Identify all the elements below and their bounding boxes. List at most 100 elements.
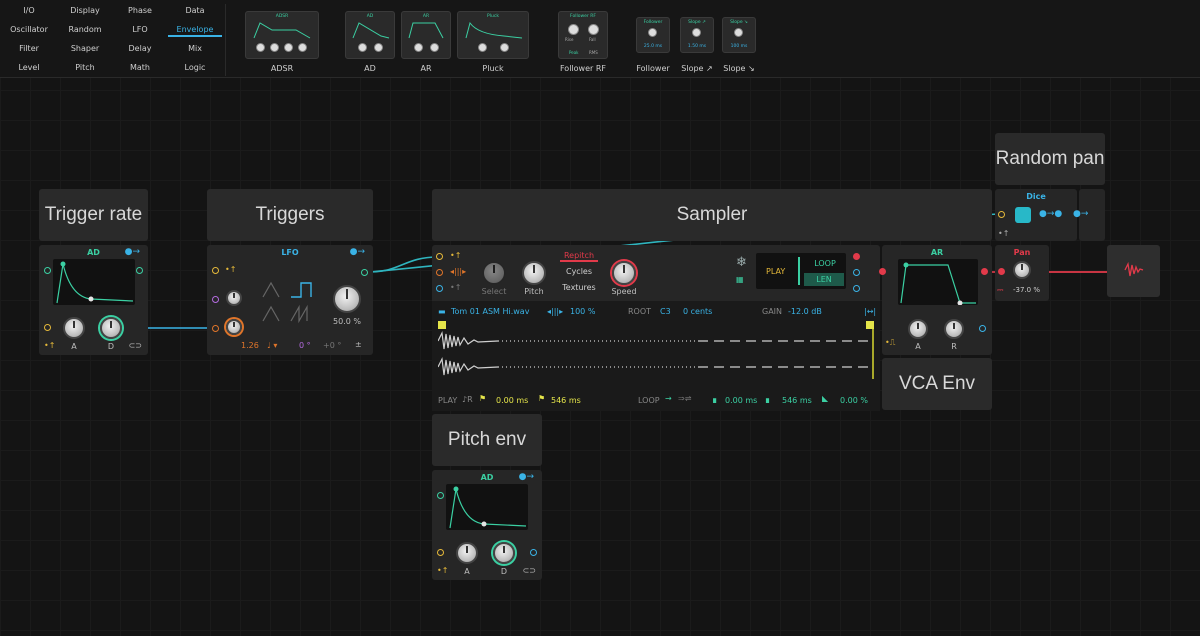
trigger-icon[interactable]: •↑ (437, 566, 448, 575)
waveform-display[interactable] (438, 329, 872, 379)
cents-value[interactable]: 0 cents (683, 307, 712, 316)
output-arrow-icon[interactable]: ●→ (350, 247, 365, 257)
envelope-display[interactable] (446, 484, 528, 530)
trigger-icon[interactable]: •↑ (44, 341, 55, 350)
output-port[interactable] (853, 269, 860, 276)
level-icon[interactable]: ◂|||▸ (547, 307, 563, 316)
rate-knob[interactable] (226, 319, 242, 335)
zoom-fit-icon[interactable]: |↔| (864, 307, 876, 316)
loop-icon[interactable]: ⊂⊃ (129, 341, 142, 350)
input-port[interactable] (44, 267, 51, 274)
decay-knob[interactable] (100, 317, 122, 339)
input-port[interactable] (437, 492, 444, 499)
knob-label: D (500, 567, 508, 576)
gate-port[interactable] (436, 285, 443, 292)
loop-fade-value[interactable]: 0.00 % (840, 396, 868, 405)
audio-output-module[interactable] (1107, 245, 1160, 297)
trigger-port[interactable] (998, 211, 1005, 218)
output-arrow-icon[interactable]: ●→● (1039, 209, 1062, 219)
release-knob[interactable] (944, 319, 964, 339)
end-flag-icon: ⚑ (538, 394, 546, 403)
attack-knob[interactable] (908, 319, 928, 339)
audio-out-port[interactable] (853, 253, 860, 260)
output-port[interactable] (979, 325, 986, 332)
output-port[interactable] (136, 267, 143, 274)
audio-in-port[interactable] (879, 268, 886, 275)
amount-value: 50.0 % (333, 317, 361, 326)
vca-env-card[interactable]: VCA Env (882, 358, 992, 410)
crossfade-icon: ◣ (822, 394, 829, 403)
audio-in-port[interactable] (998, 268, 1005, 275)
mode-textures[interactable]: Textures (560, 283, 598, 292)
waveform-selector-icon[interactable] (261, 277, 321, 325)
gate-icon[interactable]: •↑ (450, 283, 461, 292)
loop-pingpong-icon[interactable]: ⇒⇌ (678, 394, 691, 403)
retrigger-icon[interactable]: ♪R (462, 395, 473, 404)
note-icon[interactable]: ♩ ▾ (267, 341, 277, 350)
bipolar-toggle[interactable]: ± (355, 340, 362, 349)
trigger-input-port[interactable] (437, 549, 444, 556)
trigger-port[interactable] (212, 267, 219, 274)
start-value[interactable]: 0.00 ms (496, 396, 528, 405)
loop-forward-icon[interactable]: → (665, 394, 672, 403)
amount-value[interactable]: 100 % (570, 307, 595, 316)
root-value[interactable]: C3 (660, 307, 671, 316)
output-arrow-icon[interactable]: ●→ (1073, 209, 1088, 219)
grid-icon[interactable]: ▦ (736, 275, 744, 284)
end-marker[interactable] (866, 321, 874, 329)
phase-port[interactable] (212, 296, 219, 303)
folder-icon[interactable]: ▬ (438, 307, 446, 316)
trigger-icon[interactable]: •↑ (225, 265, 236, 274)
pan-knob[interactable] (1013, 261, 1031, 279)
start-marker[interactable] (438, 321, 446, 329)
envelope-display[interactable] (53, 259, 135, 305)
phase-knob[interactable] (226, 290, 242, 306)
start-flag-icon: ⚑ (479, 394, 487, 403)
loop-start-icon: ▗ (710, 394, 717, 403)
mode-cycles[interactable]: Cycles (560, 267, 598, 276)
end-value[interactable]: 546 ms (551, 396, 581, 405)
trigger-port[interactable] (436, 253, 443, 260)
select-knob[interactable] (482, 261, 506, 285)
len-button[interactable]: LEN (804, 273, 844, 286)
loop-start-value[interactable]: 0.00 ms (725, 396, 757, 405)
amount-knob[interactable] (333, 285, 361, 313)
sampler-card[interactable]: Sampler (432, 189, 992, 241)
output-arrow-icon[interactable]: ●→ (125, 247, 140, 257)
mode-repitch[interactable]: Repitch (560, 251, 598, 262)
attack-knob[interactable] (63, 317, 85, 339)
output-port[interactable] (853, 285, 860, 292)
knob-label: Pitch (524, 287, 544, 296)
attack-knob[interactable] (456, 542, 478, 564)
triggers-card[interactable]: Triggers (207, 189, 373, 241)
gate-icon[interactable]: •⎍ (885, 338, 895, 348)
random-pan-card[interactable]: Random pan (995, 133, 1105, 185)
loop-end-value[interactable]: 546 ms (782, 396, 812, 405)
sampler-module: •↑ ◂|||▸ •↑ Select Pitch Repitch Cycles … (432, 245, 880, 411)
output-port[interactable] (530, 549, 537, 556)
decay-knob[interactable] (493, 542, 515, 564)
pitch-env-card[interactable]: Pitch env (432, 414, 542, 466)
sample-filename[interactable]: Tom 01 ASM Hi.wav (451, 307, 529, 316)
ar-module: AR A R •⎍ (879, 245, 992, 355)
output-arrow-icon[interactable]: ●→ (519, 472, 534, 482)
gain-value[interactable]: -12.0 dB (788, 307, 822, 316)
pitch-port[interactable] (436, 269, 443, 276)
audio-out-port[interactable] (981, 268, 988, 275)
trigger-input-port[interactable] (44, 324, 51, 331)
freeze-icon[interactable]: ❄ (736, 255, 747, 270)
loop-icon[interactable]: ⊂⊃ (523, 566, 536, 575)
trigger-icon[interactable]: •↑ (998, 229, 1009, 238)
play-button[interactable]: PLAY (766, 267, 785, 276)
loop-button[interactable]: LOOP (806, 259, 844, 268)
rate-port[interactable] (212, 325, 219, 332)
trigger-rate-card[interactable]: Trigger rate (39, 189, 148, 241)
dice-icon[interactable] (1015, 207, 1031, 223)
pitch-icon[interactable]: ◂|||▸ (450, 267, 466, 276)
trigger-icon[interactable]: •↑ (450, 251, 461, 260)
divider (798, 257, 800, 285)
pitch-knob[interactable] (522, 261, 546, 285)
output-port[interactable] (361, 269, 368, 276)
speed-knob[interactable] (612, 261, 636, 285)
envelope-display[interactable] (898, 259, 978, 306)
